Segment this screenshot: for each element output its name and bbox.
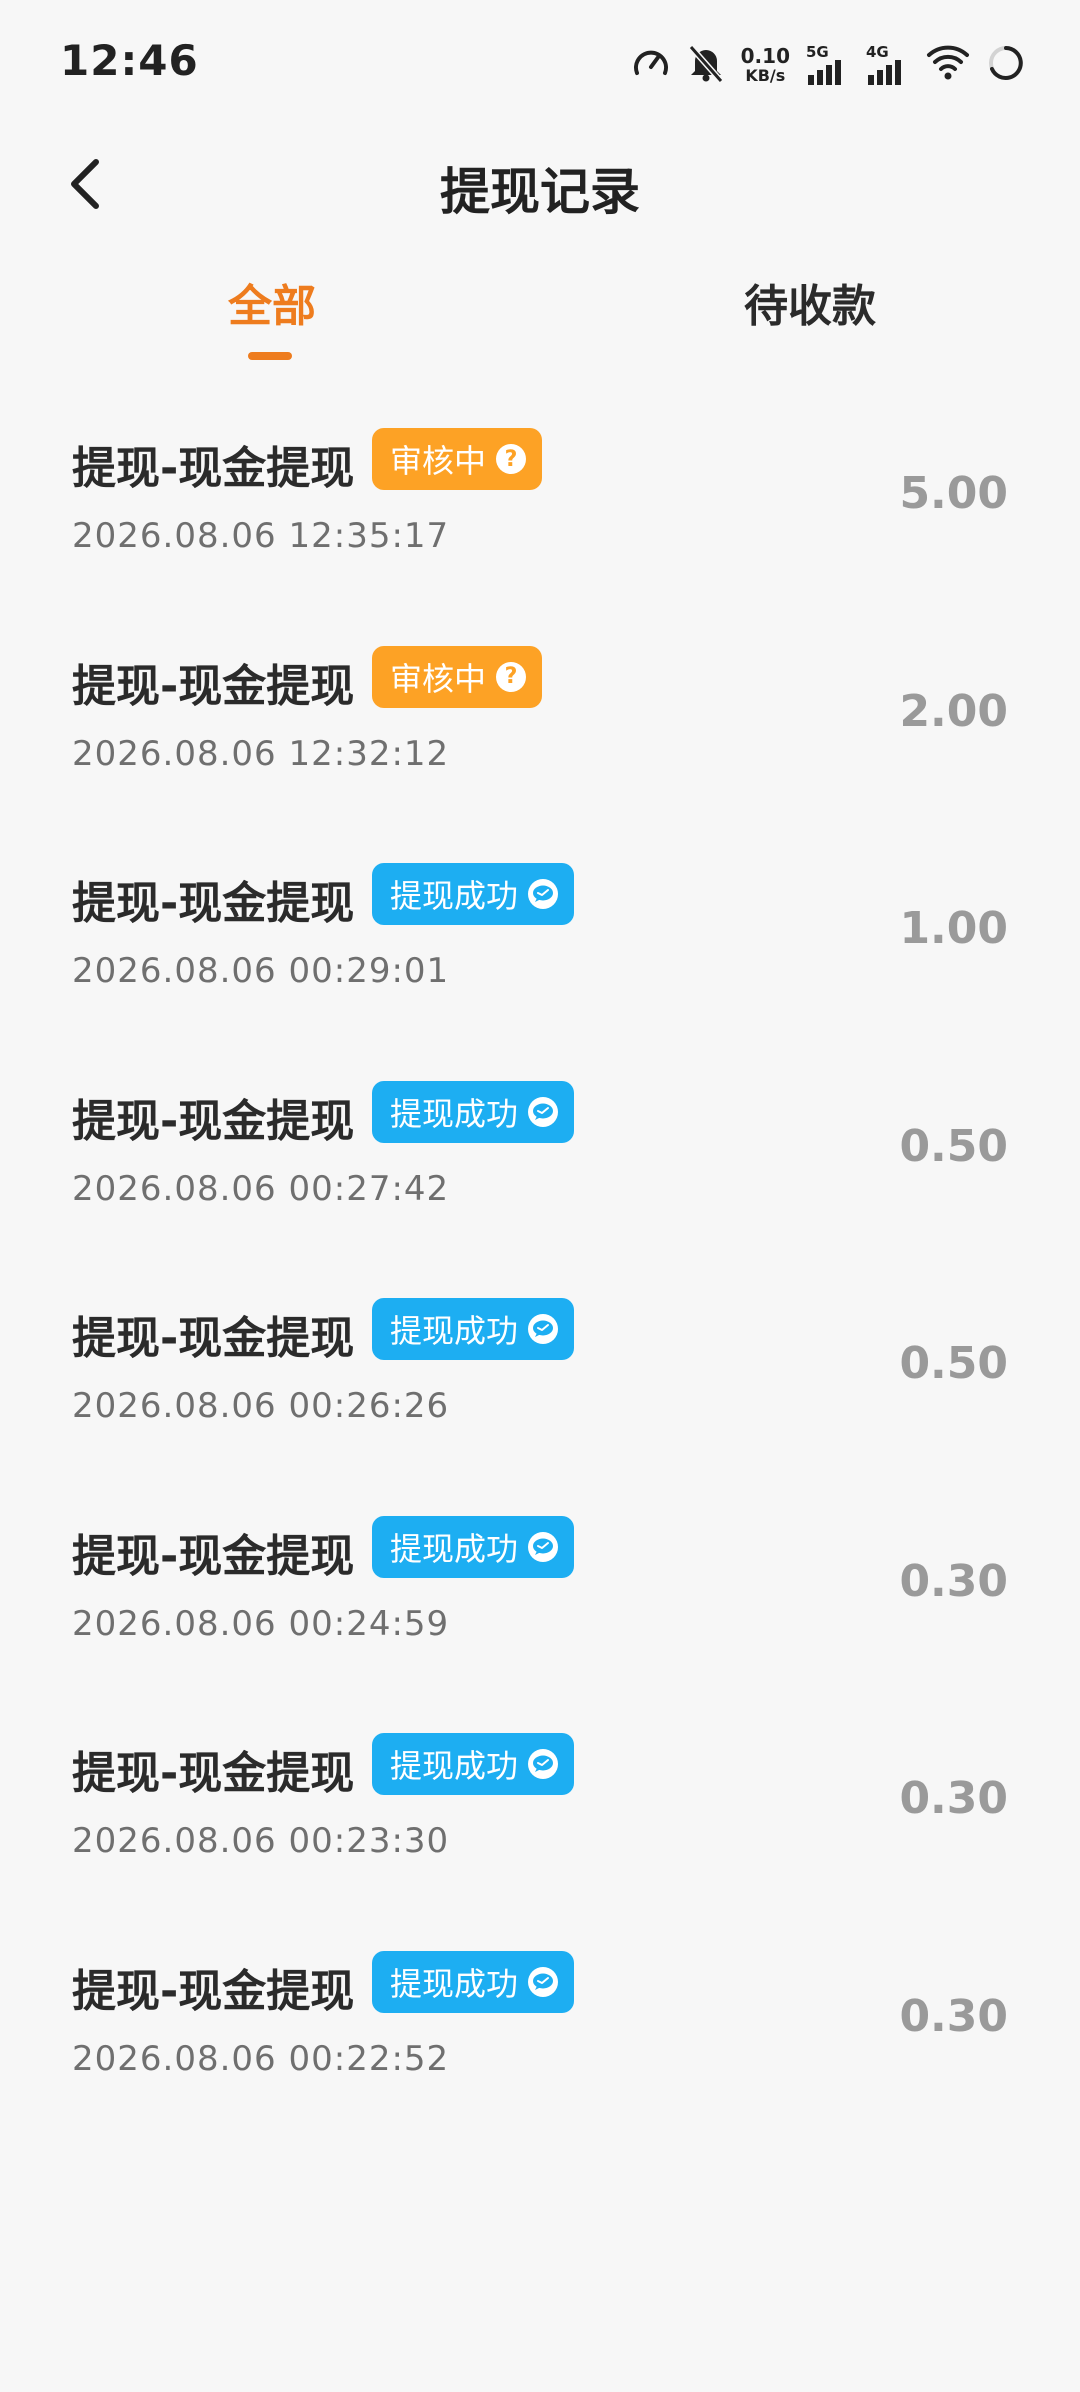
record-timestamp: 2026.08.06 00:24:59 <box>72 1603 450 1644</box>
record-amount: 5.00 <box>899 468 1008 519</box>
wechat-icon <box>528 1096 559 1127</box>
record-amount: 1.00 <box>899 903 1008 954</box>
network-speed: 0.10 KB/s <box>741 46 790 84</box>
record-timestamp: 2026.08.06 00:26:26 <box>72 1386 450 1426</box>
battery-ring-icon <box>986 43 1026 87</box>
status-badge[interactable]: 提现成功 <box>372 1080 575 1143</box>
status-badge[interactable]: 审核中? <box>372 645 543 708</box>
status-badge[interactable]: 提现成功 <box>372 1950 575 2013</box>
record-title: 提现-现金提现 <box>72 1530 355 1582</box>
status-label: 提现成功 <box>390 1964 519 2003</box>
status-badge[interactable]: 提现成功 <box>372 1733 575 1795</box>
status-label: 审核中 <box>390 659 487 698</box>
wechat-icon <box>528 1749 559 1779</box>
record-amount: 0.30 <box>899 1555 1008 1607</box>
net-speed-unit: KB/s <box>745 66 786 85</box>
status-label: 提现成功 <box>390 1312 519 1350</box>
sim1-label: 5G <box>806 43 829 61</box>
record-title: 提现-现金提现 <box>72 878 355 929</box>
record-title: 提现-现金提现 <box>72 1313 355 1364</box>
record-title: 提现-现金提现 <box>72 1748 355 1799</box>
tab-all[interactable]: 全部 <box>228 270 316 334</box>
list-item[interactable]: 提现-现金提现 提现成功 2026.08.06 00:23:30 0.30 <box>0 1725 1080 1943</box>
status-label: 审核中 <box>390 442 487 480</box>
list-item[interactable]: 提现-现金提现 提现成功 2026.08.06 00:24:59 0.30 <box>0 1508 1080 1726</box>
record-timestamp: 2026.08.06 00:27:42 <box>72 1168 450 1209</box>
record-amount: 0.30 <box>899 1773 1008 1824</box>
status-label: 提现成功 <box>390 1529 519 1568</box>
status-badge[interactable]: 提现成功 <box>372 1298 575 1360</box>
record-title: 提现-现金提现 <box>72 1965 355 2017</box>
tab-active-indicator <box>248 352 292 360</box>
record-amount: 0.50 <box>899 1338 1008 1389</box>
record-timestamp: 2026.08.06 00:29:01 <box>72 951 450 991</box>
wifi-icon <box>926 43 970 87</box>
record-timestamp: 2026.08.06 12:32:12 <box>72 733 450 774</box>
question-icon[interactable]: ? <box>496 661 527 692</box>
status-time: 12:46 <box>60 36 199 85</box>
status-label: 提现成功 <box>390 1094 519 1133</box>
list-item[interactable]: 提现-现金提现 审核中? 2026.08.06 12:35:17 5.00 <box>0 420 1080 638</box>
status-badge[interactable]: 提现成功 <box>372 863 575 925</box>
record-title: 提现-现金提现 <box>72 1095 355 1147</box>
record-timestamp: 2026.08.06 00:22:52 <box>72 2038 450 2079</box>
wechat-icon <box>528 879 559 909</box>
wechat-icon <box>528 1314 559 1344</box>
record-amount: 2.00 <box>899 685 1008 737</box>
list-item[interactable]: 提现-现金提现 提现成功 2026.08.06 00:26:26 0.50 <box>0 1290 1080 1508</box>
wechat-icon <box>528 1531 559 1562</box>
list-item[interactable]: 提现-现金提现 提现成功 2026.08.06 00:29:01 1.00 <box>0 855 1080 1073</box>
status-bar: 12:46 0.10 KB/s 5G 4G <box>0 0 1080 130</box>
question-icon[interactable]: ? <box>496 444 527 474</box>
bell-muted-icon <box>687 43 725 87</box>
list-item[interactable]: 提现-现金提现 提现成功 2026.08.06 00:22:52 0.30 <box>0 1943 1080 2161</box>
list-item[interactable]: 提现-现金提现 审核中? 2026.08.06 12:32:12 2.00 <box>0 638 1080 856</box>
status-label: 提现成功 <box>390 1747 519 1785</box>
status-icons: 0.10 KB/s 5G 4G <box>631 40 1026 90</box>
record-amount: 0.30 <box>899 1990 1008 2042</box>
status-label: 提现成功 <box>390 877 519 915</box>
net-speed-value: 0.10 <box>740 44 790 68</box>
record-title: 提现-现金提现 <box>72 660 355 712</box>
tab-pending-payment[interactable]: 待收款 <box>744 270 876 334</box>
record-timestamp: 2026.08.06 12:35:17 <box>72 516 450 556</box>
record-title: 提现-现金提现 <box>72 443 355 494</box>
signal-5g-icon: 5G <box>806 43 850 85</box>
record-timestamp: 2026.08.06 00:23:30 <box>72 1821 450 1861</box>
status-badge[interactable]: 提现成功 <box>372 1515 575 1578</box>
signal-4g-icon: 4G <box>866 43 910 85</box>
withdrawal-record-list: 提现-现金提现 审核中? 2026.08.06 12:35:17 5.00 提现-现金提… <box>0 420 1080 2160</box>
page-title: 提现记录 <box>440 163 640 221</box>
sim2-label: 4G <box>866 43 889 61</box>
speedometer-icon <box>631 43 671 87</box>
status-badge[interactable]: 审核中? <box>372 428 543 490</box>
record-amount: 0.50 <box>899 1120 1008 1172</box>
wechat-icon <box>528 1966 559 1997</box>
list-item[interactable]: 提现-现金提现 提现成功 2026.08.06 00:27:42 0.50 <box>0 1073 1080 1291</box>
